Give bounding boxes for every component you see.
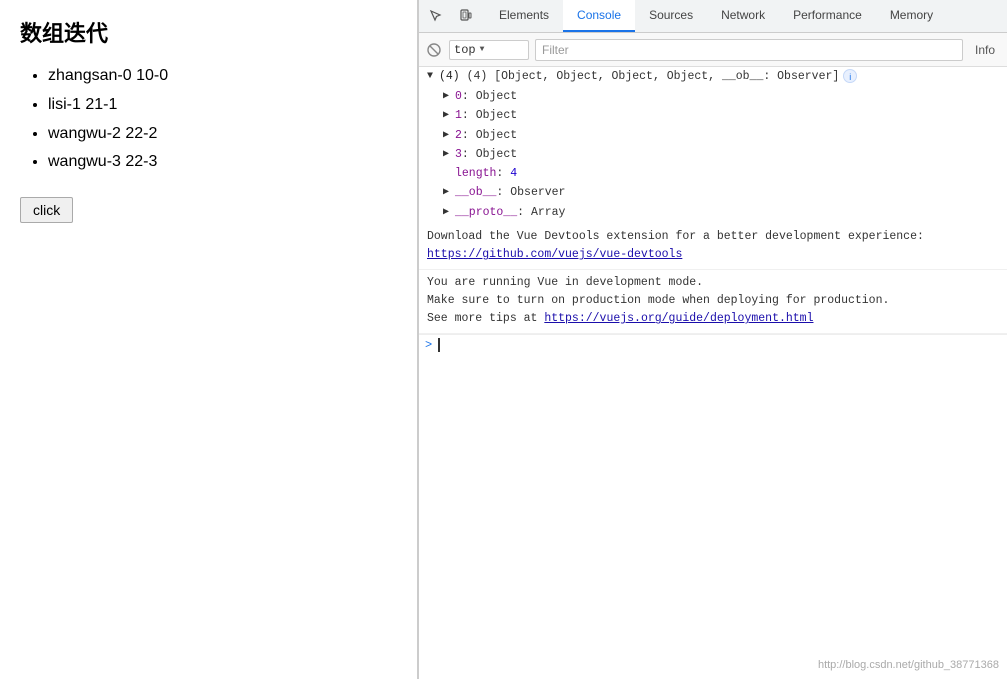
console-content: ▼ (4) (4) [Object, Object, Object, Objec… <box>419 67 1007 679</box>
tree-value: Array <box>531 204 566 221</box>
devtools-link[interactable]: https://github.com/vuejs/vue-devtools <box>427 248 682 261</box>
inspect-icon[interactable] <box>423 3 449 29</box>
tree-key: 1 <box>455 107 462 124</box>
tree-toggle-icon[interactable]: ▶ <box>443 185 455 200</box>
tab-memory[interactable]: Memory <box>876 0 947 32</box>
console-cursor <box>438 338 440 352</box>
list-item: lisi-1 21-1 <box>48 91 397 120</box>
tree-key: 3 <box>455 146 462 163</box>
tab-bar: ElementsConsoleSourcesNetworkPerformance… <box>485 0 947 32</box>
console-input-row: > <box>419 334 1007 355</box>
tree-key: 2 <box>455 127 462 144</box>
page-title: 数组迭代 <box>20 16 397 48</box>
tab-network[interactable]: Network <box>707 0 779 32</box>
tab-console[interactable]: Console <box>563 0 635 32</box>
click-button[interactable]: click <box>20 197 73 223</box>
tree-colon: : <box>462 127 476 144</box>
tab-sources[interactable]: Sources <box>635 0 707 32</box>
tree-key: length <box>455 165 496 182</box>
tree-colon: : <box>462 88 476 105</box>
dropdown-arrow-icon: ▼ <box>480 45 485 54</box>
tree-toggle-icon[interactable]: ▶ <box>443 128 455 143</box>
tree-toggle-icon[interactable]: ▶ <box>443 147 455 162</box>
device-icon[interactable] <box>453 3 479 29</box>
array-count: (4) <box>439 70 467 83</box>
context-selector[interactable]: top ▼ <box>449 40 529 60</box>
filter-input[interactable] <box>535 39 963 61</box>
tree-row-2[interactable]: ▶2: Object <box>427 126 1007 145</box>
list-item: wangwu-3 22-3 <box>48 148 397 177</box>
clear-console-icon[interactable] <box>425 41 443 59</box>
left-panel: 数组迭代 zhangsan-0 10-0lisi-1 21-1wangwu-2 … <box>0 0 418 679</box>
array-header-text: (4) (4) [Object, Object, Object, Object,… <box>439 70 839 83</box>
info-label: Info <box>969 43 1001 57</box>
deployment-link[interactable]: https://vuejs.org/guide/deployment.html <box>544 312 813 325</box>
console-prompt-icon: > <box>425 338 432 352</box>
tree-key: 0 <box>455 88 462 105</box>
tree-value: Observer <box>510 184 565 201</box>
tree-colon: : <box>462 146 476 163</box>
info-badge-icon[interactable]: i <box>843 69 857 83</box>
tree-colon: : <box>496 184 510 201</box>
tree-value: Object <box>476 127 517 144</box>
list-item: wangwu-2 22-2 <box>48 120 397 149</box>
toolbar-icons <box>423 3 479 29</box>
context-value: top <box>454 43 476 57</box>
tree-colon: : <box>517 204 531 221</box>
tree-row-length[interactable]: length: 4 <box>427 164 1007 183</box>
devtools-panel: ElementsConsoleSourcesNetworkPerformance… <box>418 0 1007 679</box>
tree-value: Object <box>476 88 517 105</box>
array-toggle-icon[interactable]: ▼ <box>427 71 439 82</box>
console-toolbar: top ▼ Info <box>419 33 1007 67</box>
tree-row-3[interactable]: ▶3: Object <box>427 145 1007 164</box>
list-container: zhangsan-0 10-0lisi-1 21-1wangwu-2 22-2w… <box>20 62 397 177</box>
tree-toggle-placeholder <box>443 166 455 181</box>
list-item: zhangsan-0 10-0 <box>48 62 397 91</box>
tree-toggle-icon[interactable]: ▶ <box>443 108 455 123</box>
tree-colon: : <box>462 107 476 124</box>
devtools-tab-bar: ElementsConsoleSourcesNetworkPerformance… <box>419 0 1007 33</box>
devtools-message-1: Download the Vue Devtools extension for … <box>419 224 1007 270</box>
tree-toggle-icon[interactable]: ▶ <box>443 205 455 220</box>
tree-value: Object <box>476 146 517 163</box>
tab-elements[interactable]: Elements <box>485 0 563 32</box>
tab-performance[interactable]: Performance <box>779 0 876 32</box>
tree-row-1[interactable]: ▶1: Object <box>427 106 1007 125</box>
tree-key: __proto__ <box>455 204 517 221</box>
tree-container: ▶0: Object▶1: Object▶2: Object▶3: Object… <box>419 85 1007 224</box>
devtools-message-2: You are running Vue in development mode.… <box>419 270 1007 334</box>
tree-row-__ob__[interactable]: ▶__ob__: Observer <box>427 183 1007 202</box>
tree-colon: : <box>496 165 510 182</box>
tree-key: __ob__ <box>455 184 496 201</box>
tree-toggle-icon[interactable]: ▶ <box>443 89 455 104</box>
array-log-row[interactable]: ▼ (4) (4) [Object, Object, Object, Objec… <box>419 67 1007 85</box>
tree-value: 4 <box>510 165 517 182</box>
tree-row-__proto__[interactable]: ▶__proto__: Array <box>427 203 1007 222</box>
tree-value: Object <box>476 107 517 124</box>
tree-row-0[interactable]: ▶0: Object <box>427 87 1007 106</box>
